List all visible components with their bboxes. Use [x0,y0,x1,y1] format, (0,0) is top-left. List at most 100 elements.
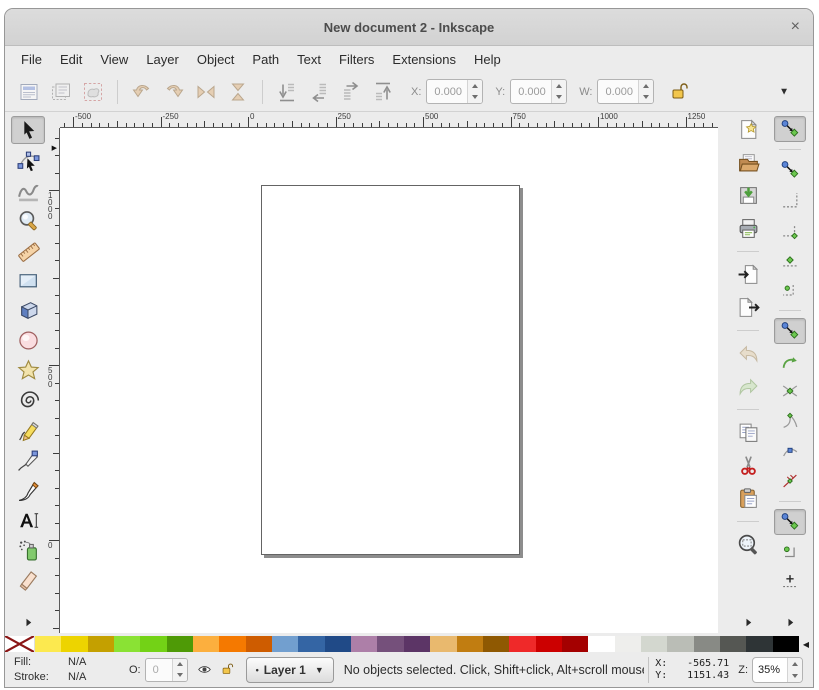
rotation-centers-button[interactable] [774,569,806,595]
raise-one-step-button[interactable] [336,77,366,107]
select-all-layers-button[interactable] [46,77,76,107]
color-swatch[interactable] [114,636,140,652]
select-all-button[interactable] [14,77,44,107]
snap-others-button[interactable] [774,509,806,535]
horizontal-ruler[interactable]: -500-250025050075010001250 [60,112,718,128]
canvas[interactable] [60,128,718,633]
undo-button[interactable] [732,340,764,367]
color-swatch[interactable] [588,636,614,652]
spin-up-icon[interactable] [468,80,482,92]
flip-vertical-button[interactable] [223,77,253,107]
zoom-spinbox[interactable]: 35% [752,657,803,683]
spin-down-icon[interactable] [788,670,802,682]
color-swatch[interactable] [88,636,114,652]
spray-tool-button[interactable] [11,536,45,564]
lower-to-bottom-button[interactable] [272,77,302,107]
color-swatch[interactable] [720,636,746,652]
deselect-button[interactable] [78,77,108,107]
menu-path[interactable]: Path [243,48,288,71]
node-editor-tool-button[interactable] [11,146,45,174]
field-value[interactable]: 0.000 [511,80,551,103]
snap-paths-button[interactable] [774,348,806,374]
save-button[interactable] [732,182,764,209]
menu-object[interactable]: Object [188,48,244,71]
spin-down-icon[interactable] [468,92,482,104]
cusp-nodes-button[interactable] [774,408,806,434]
color-swatch[interactable] [140,636,166,652]
opacity-spinbox[interactable]: 0 [145,658,188,682]
spin-down-icon[interactable] [173,670,187,681]
color-swatch[interactable] [667,636,693,652]
toolbox-expand-button[interactable] [19,614,37,630]
x-spinbox[interactable]: 0.000 [426,79,483,104]
rotate-cw-button[interactable] [159,77,189,107]
toolbar-overflow-button[interactable]: ▼ [779,86,789,97]
color-swatch[interactable] [35,636,61,652]
color-swatch[interactable] [641,636,667,652]
zoom-drawing-button[interactable] [732,531,764,558]
menu-layer[interactable]: Layer [137,48,188,71]
path-intersections-button[interactable] [774,378,806,404]
color-swatch[interactable] [61,636,87,652]
color-swatch[interactable] [404,636,430,652]
no-color-swatch[interactable] [5,636,35,652]
color-swatch[interactable] [377,636,403,652]
close-icon[interactable]: × [791,19,800,35]
bbox-edges-button[interactable] [774,187,806,213]
color-swatch[interactable] [430,636,456,652]
color-swatch[interactable] [457,636,483,652]
spin-up-icon[interactable] [173,659,187,670]
spiral-tool-button[interactable] [11,386,45,414]
measure-tool-button[interactable] [11,236,45,264]
export-button[interactable] [732,294,764,321]
menu-edit[interactable]: Edit [51,48,91,71]
palette-scroll-left-button[interactable]: ◀ [799,636,813,652]
menu-view[interactable]: View [91,48,137,71]
layer-visibility-toggle[interactable] [197,662,212,677]
new-document-button[interactable] [732,116,764,143]
y-spinbox[interactable]: 0.000 [510,79,567,104]
spin-down-icon[interactable] [639,92,653,104]
spin-up-icon[interactable] [552,80,566,92]
field-value[interactable]: 0.000 [598,80,638,103]
pencil-tool-button[interactable] [11,416,45,444]
cmdcol-expand-button[interactable] [739,614,757,630]
color-swatch[interactable] [272,636,298,652]
eraser-tool-button[interactable] [11,566,45,594]
spin-up-icon[interactable] [788,658,802,670]
color-swatch[interactable] [193,636,219,652]
spin-down-icon[interactable] [552,92,566,104]
vertical-ruler[interactable]: 10005000▶ [46,128,60,633]
lower-one-step-button[interactable] [304,77,334,107]
menu-help[interactable]: Help [465,48,510,71]
bezier-pen-tool-button[interactable] [11,446,45,474]
menu-filters[interactable]: Filters [330,48,383,71]
redo-button[interactable] [732,373,764,400]
text-tool-button[interactable] [11,506,45,534]
lock-ratio-toggle[interactable] [670,81,692,103]
menu-file[interactable]: File [12,48,51,71]
paste-button[interactable] [732,485,764,512]
rectangle-tool-button[interactable] [11,266,45,294]
bbox-edge-midpoints-button[interactable] [774,247,806,273]
color-swatch[interactable] [351,636,377,652]
color-swatch[interactable] [167,636,193,652]
rotate-ccw-button[interactable] [127,77,157,107]
color-swatch[interactable] [615,636,641,652]
color-swatch[interactable] [298,636,324,652]
w-spinbox[interactable]: 0.000 [597,79,654,104]
line-midpoints-button[interactable] [774,468,806,494]
smooth-nodes-button[interactable] [774,438,806,464]
field-value[interactable]: 0.000 [427,80,467,103]
import-button[interactable] [732,261,764,288]
open-button[interactable] [732,149,764,176]
layer-lock-toggle[interactable] [221,662,236,677]
object-centers-button[interactable] [774,539,806,565]
tweak-tool-button[interactable] [11,176,45,204]
color-swatch[interactable] [694,636,720,652]
layer-selector[interactable]: • Layer 1 ▼ [246,657,334,683]
star-tool-button[interactable] [11,356,45,384]
snapcol-expand-button[interactable] [781,614,799,630]
color-swatch[interactable] [483,636,509,652]
opacity-value[interactable]: 0 [146,659,172,681]
